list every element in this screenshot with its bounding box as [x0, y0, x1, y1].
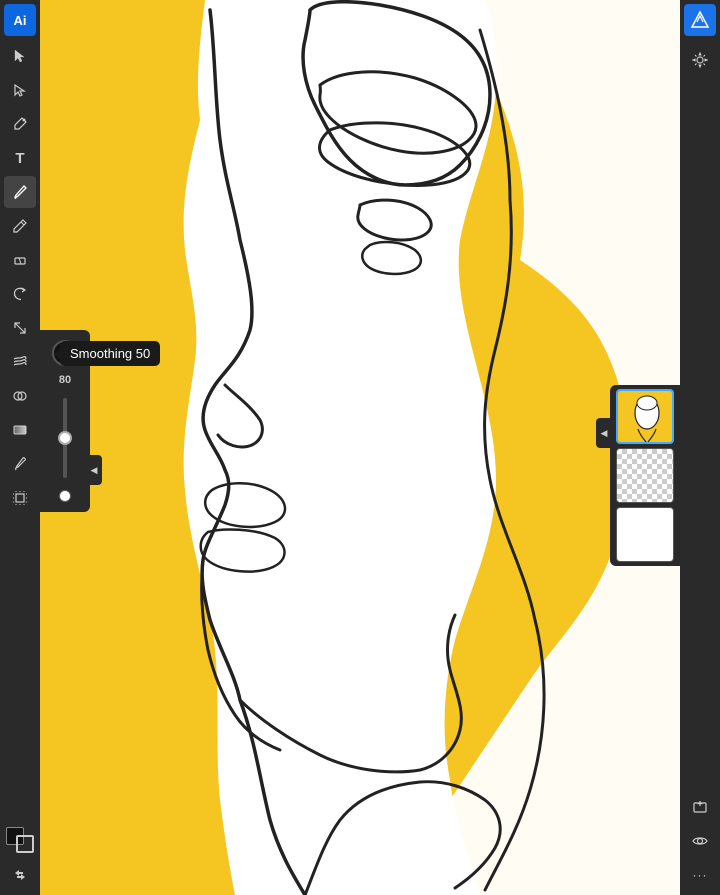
pen-icon — [12, 116, 28, 132]
pencil-icon — [12, 218, 28, 234]
brush-size-number: 80 — [59, 374, 71, 386]
eyedropper-icon — [12, 456, 28, 472]
brush-opacity-indicator — [52, 340, 78, 366]
selection-tool-btn[interactable] — [4, 40, 36, 72]
settings-icon — [692, 52, 708, 68]
add-layer-btn[interactable] — [684, 791, 716, 823]
warp-tool-btn[interactable] — [4, 346, 36, 378]
type-icon: T — [15, 150, 24, 167]
fill-stroke-swatches — [4, 825, 36, 855]
eraser-tool-btn[interactable] — [4, 244, 36, 276]
settings-btn[interactable] — [684, 44, 716, 76]
add-layer-icon — [692, 799, 708, 815]
brush-preview-dot — [59, 490, 71, 502]
panel-collapse-arrow[interactable]: ◀ — [86, 455, 102, 485]
visibility-btn[interactable] — [684, 825, 716, 857]
right-toolbar: ··· — [680, 0, 720, 895]
brush-tool-btn[interactable] — [4, 176, 36, 208]
direct-selection-icon — [12, 82, 28, 98]
selection-icon — [12, 48, 28, 64]
shape-builder-icon — [12, 388, 28, 404]
artboard-btn[interactable] — [4, 482, 36, 514]
swap-colors-btn[interactable] — [4, 859, 36, 891]
brush-panel: 80 — [40, 330, 90, 512]
layer-2-thumb[interactable] — [616, 448, 674, 503]
more-icon: ··· — [693, 868, 708, 882]
canvas-area[interactable] — [40, 0, 680, 895]
left-toolbar: Ai T — [0, 0, 40, 895]
slider-thumb[interactable] — [58, 431, 72, 445]
layers-panel — [610, 385, 680, 566]
direct-selection-btn[interactable] — [4, 74, 36, 106]
eyedropper-btn[interactable] — [4, 448, 36, 480]
brush-icon — [12, 184, 28, 200]
shape-builder-btn[interactable] — [4, 380, 36, 412]
eye-icon — [692, 833, 708, 849]
stroke-swatch[interactable] — [16, 835, 34, 853]
gradient-icon — [12, 422, 28, 438]
app-icon-right — [684, 4, 716, 36]
pencil-tool-btn[interactable] — [4, 210, 36, 242]
layers-expand-arrow[interactable]: ◀ — [596, 418, 612, 448]
more-options-btn[interactable]: ··· — [684, 859, 716, 891]
eraser-icon — [12, 252, 28, 268]
layer-1-thumb[interactable] — [616, 389, 674, 444]
layer-1-preview — [618, 391, 674, 444]
artboard-icon — [12, 490, 28, 506]
gradient-tool-btn[interactable] — [4, 414, 36, 446]
drawing-canvas — [40, 0, 680, 895]
scale-tool-btn[interactable] — [4, 312, 36, 344]
rotate-tool-btn[interactable] — [4, 278, 36, 310]
layer-3-thumb[interactable] — [616, 507, 674, 562]
type-tool-btn[interactable]: T — [4, 142, 36, 174]
ai-logo-icon — [690, 10, 710, 30]
pen-tool-btn[interactable] — [4, 108, 36, 140]
swap-icon — [13, 868, 27, 882]
collapse-icon: ◀ — [91, 465, 98, 476]
warp-icon — [12, 354, 28, 370]
app-logo: Ai — [4, 4, 36, 36]
brush-size-slider[interactable] — [63, 398, 67, 478]
scale-icon — [12, 320, 28, 336]
rotate-icon — [12, 286, 28, 302]
expand-icon: ◀ — [601, 428, 608, 439]
